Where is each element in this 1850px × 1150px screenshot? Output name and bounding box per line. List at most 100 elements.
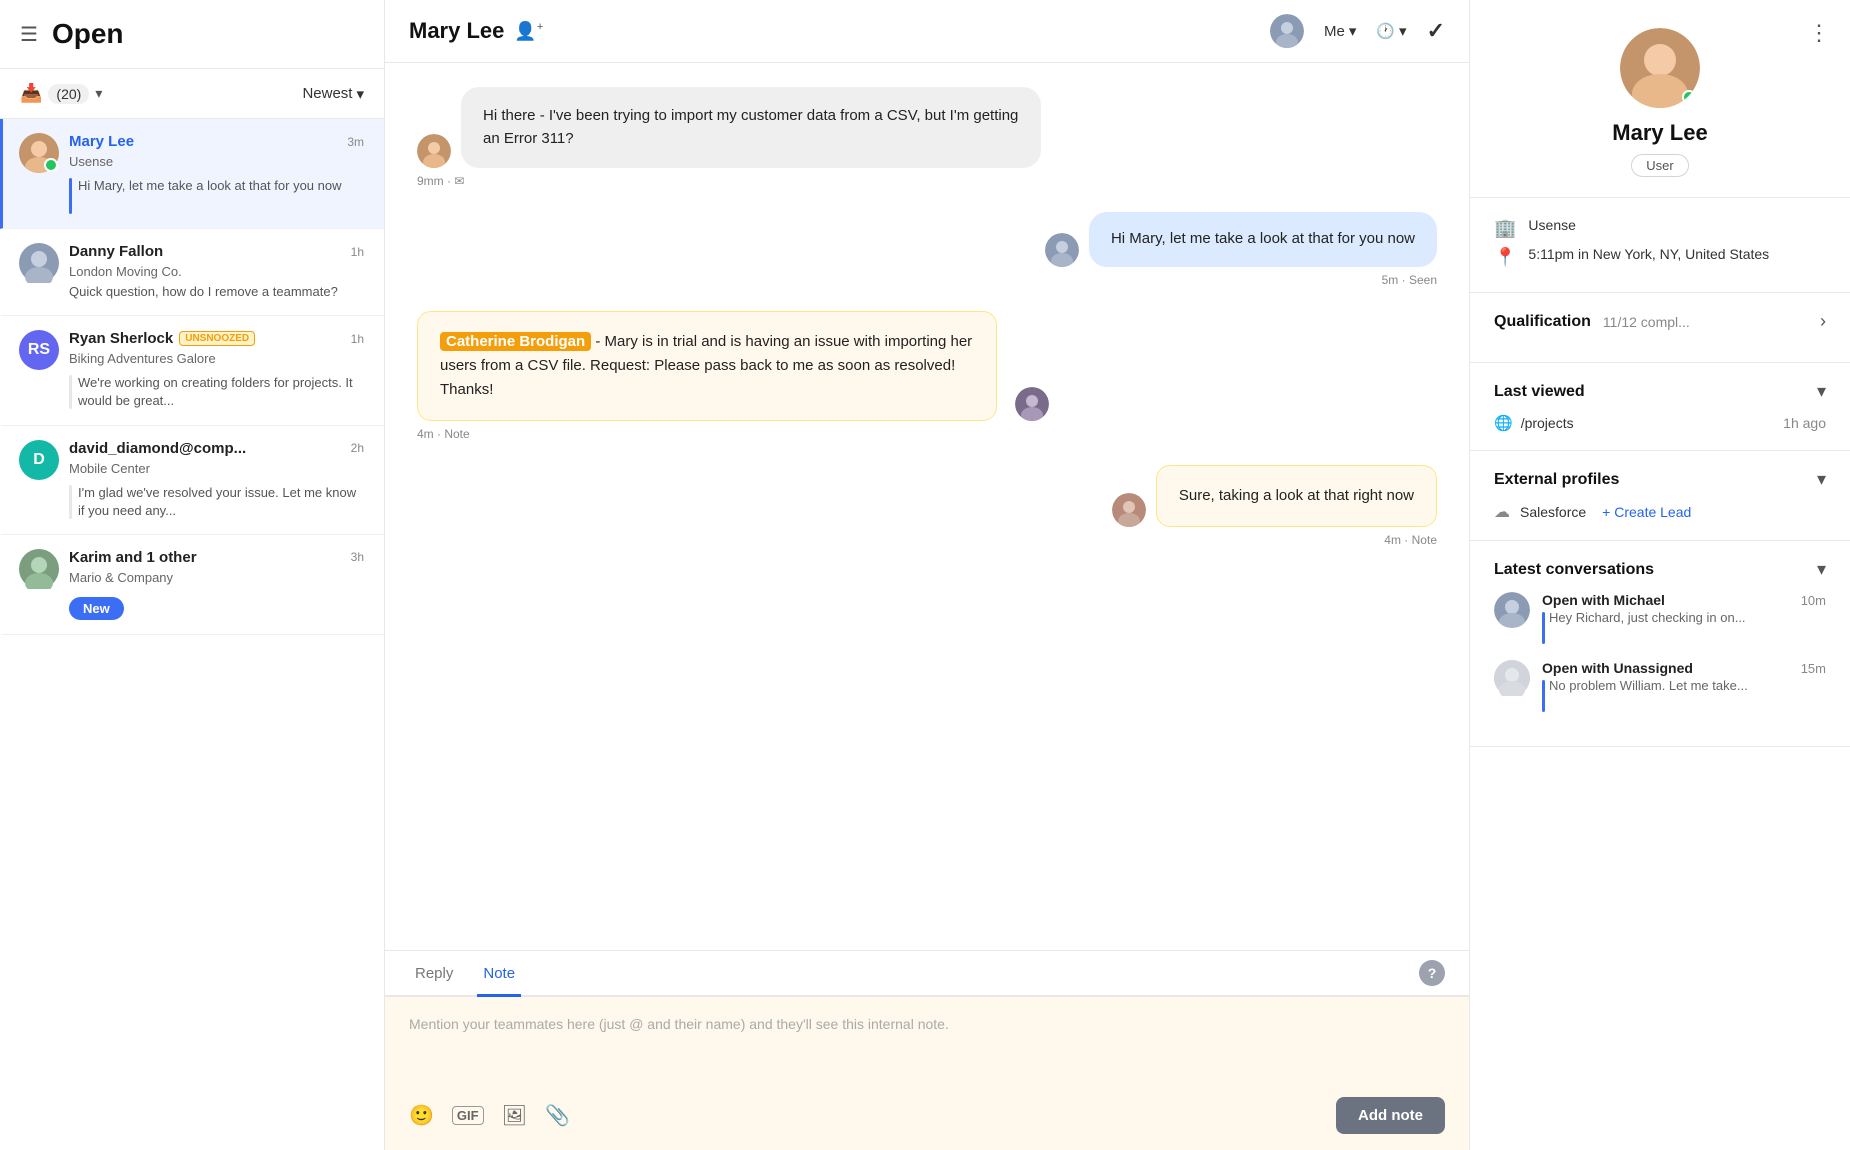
- msg-row: Hi Mary, let me take a look at that for …: [417, 212, 1437, 267]
- message-block: Hi there - I've been trying to import my…: [417, 87, 1437, 188]
- create-lead-button[interactable]: + Create Lead: [1602, 504, 1691, 520]
- clock-chevron-icon: ▾: [1399, 22, 1407, 40]
- gif-icon[interactable]: GIF: [452, 1106, 484, 1125]
- msg-time: 4m: [417, 427, 434, 441]
- latest-conv-item[interactable]: Open with Michael 10m Hey Richard, just …: [1494, 592, 1826, 644]
- qualification-chevron-icon[interactable]: ›: [1820, 311, 1826, 332]
- conv-company: Biking Adventures Galore: [69, 351, 364, 366]
- conv-time: 15m: [1801, 661, 1826, 676]
- image-icon[interactable]: 🖼: [502, 1103, 527, 1128]
- location-row: 📍 5:11pm in New York, NY, United States: [1494, 245, 1826, 268]
- company-text: Usense: [1528, 216, 1575, 236]
- conv-preview: Hi Mary, let me take a look at that for …: [78, 177, 342, 195]
- blue-bar: [1542, 612, 1545, 644]
- more-options-icon[interactable]: ⋮: [1808, 20, 1830, 46]
- avatar: [19, 243, 59, 283]
- qualification-section: Qualification 11/12 compl... ›: [1470, 293, 1850, 363]
- msg-time: 5m: [1382, 273, 1399, 287]
- conv-time: 1h: [351, 332, 364, 346]
- list-item[interactable]: Mary Lee 3m Usense Hi Mary, let me take …: [0, 119, 384, 229]
- conv-name: Mary Lee: [69, 133, 134, 150]
- salesforce-icon: ☁: [1494, 502, 1510, 522]
- conv-time: 10m: [1801, 593, 1826, 608]
- list-item[interactable]: D david_diamond@comp... 2h Mobile Center…: [0, 426, 384, 535]
- external-profiles-chevron-icon[interactable]: ▾: [1817, 469, 1826, 490]
- inbox-title: Open: [52, 18, 124, 50]
- add-user-icon[interactable]: 👤+: [514, 21, 543, 42]
- note-bubble: Catherine Brodigan - Mary is in trial an…: [417, 311, 997, 421]
- unsnoozed-badge: UNSNOOZED: [179, 331, 255, 346]
- avatar: RS: [19, 330, 59, 370]
- inbox-count[interactable]: 📥 (20) ▾: [20, 83, 102, 104]
- header-right: Me ▾ 🕐 ▾ ✓: [1270, 14, 1445, 48]
- middle-panel: Mary Lee 👤+ Me ▾ 🕐 ▾ ✓ Hi t: [385, 0, 1470, 1150]
- last-viewed-path: /projects: [1521, 415, 1574, 431]
- list-item[interactable]: Karim and 1 other 3h Mario & Company New: [0, 535, 384, 635]
- conv-top: Open with Michael 10m: [1542, 592, 1826, 608]
- salesforce-label: Salesforce: [1520, 504, 1586, 520]
- menu-icon[interactable]: ☰: [20, 22, 38, 47]
- conv-info: Karim and 1 other 3h Mario & Company: [69, 549, 364, 589]
- latest-conv-title: Latest conversations: [1494, 561, 1654, 579]
- latest-conv-chevron-icon[interactable]: ▾: [1817, 559, 1826, 580]
- last-viewed-row: 🌐 /projects 1h ago: [1494, 414, 1826, 432]
- emoji-icon[interactable]: 🙂: [409, 1103, 434, 1128]
- conv-title: Open with Unassigned: [1542, 660, 1693, 676]
- reply-toolbar: 🙂 GIF 🖼 📎 Add note: [385, 1087, 1469, 1150]
- building-icon: 🏢: [1494, 218, 1516, 239]
- me-chevron-icon: ▾: [1349, 22, 1357, 40]
- resolve-button[interactable]: ✓: [1427, 18, 1445, 44]
- external-profiles-header: External profiles ▾: [1494, 469, 1826, 490]
- left-header: ☰ Open: [0, 0, 384, 69]
- conv-company: Mobile Center: [69, 461, 364, 476]
- seen-label: Seen: [1409, 273, 1437, 287]
- list-item[interactable]: RS Ryan Sherlock UNSNOOZED 1h Biking Adv…: [0, 316, 384, 425]
- conv-name: david_diamond@comp...: [69, 440, 246, 457]
- msg-row: Sure, taking a look at that right now: [417, 465, 1437, 527]
- attachment-icon[interactable]: 📎: [545, 1103, 570, 1128]
- conv-top: Open with Unassigned 15m: [1542, 660, 1826, 676]
- last-viewed-chevron-icon[interactable]: ▾: [1817, 381, 1826, 402]
- note-mention: Catherine Brodigan: [440, 332, 591, 351]
- snooze-button[interactable]: 🕐 ▾: [1376, 22, 1406, 40]
- tab-reply[interactable]: Reply: [409, 953, 459, 997]
- last-viewed-header: Last viewed ▾: [1494, 381, 1826, 402]
- msg-meta: 5m · Seen: [417, 273, 1437, 287]
- conversation-list: Mary Lee 3m Usense Hi Mary, let me take …: [0, 119, 384, 1150]
- add-note-button[interactable]: Add note: [1336, 1097, 1445, 1134]
- chat-user-name: Mary Lee: [409, 18, 504, 44]
- reply-box: Reply Note ? Mention your teammates here…: [385, 950, 1469, 1150]
- qualification-row: Qualification 11/12 compl...: [1494, 313, 1690, 331]
- tab-note[interactable]: Note: [477, 953, 521, 997]
- conv-company: Mario & Company: [69, 570, 364, 585]
- profile-info-section: 🏢 Usense 📍 5:11pm in New York, NY, Unite…: [1470, 198, 1850, 293]
- help-icon[interactable]: ?: [1419, 960, 1445, 986]
- list-item[interactable]: Danny Fallon 1h London Moving Co. Quick …: [0, 229, 384, 316]
- conv-avatar: [1494, 592, 1530, 628]
- left-panel: ☰ Open 📥 (20) ▾ Newest ▾ Mary L: [0, 0, 385, 1150]
- last-viewed-section: Last viewed ▾ 🌐 /projects 1h ago: [1470, 363, 1850, 451]
- conv-preview: Hey Richard, just checking in on...: [1542, 610, 1826, 644]
- latest-conv-header: Latest conversations ▾: [1494, 559, 1826, 580]
- note-area[interactable]: Mention your teammates here (just @ and …: [385, 997, 1469, 1087]
- conv-top: Mary Lee 3m: [69, 133, 364, 150]
- conv-name: Ryan Sherlock: [69, 330, 173, 347]
- qualification-header: Qualification 11/12 compl... ›: [1494, 311, 1826, 332]
- conv-company: London Moving Co.: [69, 264, 364, 279]
- inbox-dropdown-icon[interactable]: ▾: [95, 85, 102, 102]
- msg-meta: 4m · Note: [417, 533, 1437, 547]
- msg-avatar: [1015, 387, 1049, 421]
- company-row: 🏢 Usense: [1494, 216, 1826, 239]
- location-icon: 📍: [1494, 247, 1516, 268]
- conv-avatar: [1494, 660, 1530, 696]
- me-button[interactable]: Me ▾: [1324, 22, 1356, 40]
- msg-row: Catherine Brodigan - Mary is in trial an…: [417, 311, 1437, 421]
- sort-button[interactable]: Newest ▾: [302, 85, 364, 103]
- message-block: Sure, taking a look at that right now 4m…: [417, 465, 1437, 547]
- latest-conv-item[interactable]: Open with Unassigned 15m No problem Will…: [1494, 660, 1826, 712]
- msg-avatar: [1112, 493, 1146, 527]
- profile-name: Mary Lee: [1612, 120, 1707, 146]
- reply-icons: 🙂 GIF 🖼 📎: [409, 1103, 570, 1128]
- conv-info: david_diamond@comp... 2h Mobile Center: [69, 440, 364, 480]
- last-viewed-time: 1h ago: [1783, 415, 1826, 431]
